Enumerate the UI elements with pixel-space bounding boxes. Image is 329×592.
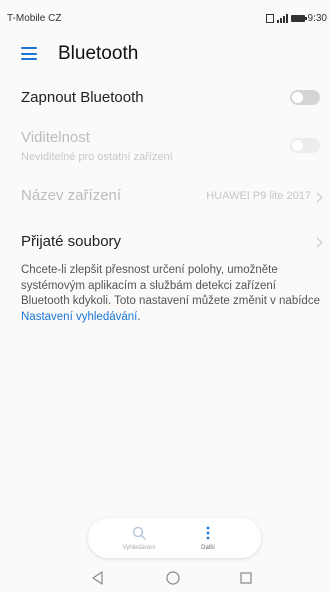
device-name-row: Název zařízení HUAWEI P9 lite 2017	[0, 178, 329, 214]
home-circle-icon[interactable]	[165, 570, 181, 586]
back-triangle-icon[interactable]	[90, 570, 106, 586]
visibility-row: Viditelnost Neviditelné pro ostatní zaří…	[0, 120, 329, 168]
visibility-sublabel: Neviditelné pro ostatní zařízení	[21, 151, 173, 163]
hamburger-menu-icon[interactable]	[21, 47, 37, 60]
info-text-suffix: .	[137, 310, 141, 323]
search-tab-label: Vyhledávání	[122, 545, 156, 551]
visibility-switch	[290, 138, 320, 153]
device-name-label: Název zařízení	[21, 187, 122, 204]
more-vertical-icon	[206, 526, 210, 540]
battery-icon	[290, 15, 307, 22]
sim-icon	[265, 14, 274, 23]
signal-icon	[276, 14, 288, 23]
status-icons: 9:30	[265, 13, 327, 24]
page-title: Bluetooth	[58, 43, 139, 64]
more-tab[interactable]: Další	[173, 518, 243, 558]
device-name-value: HUAWEI P9 lite 2017	[206, 190, 311, 202]
search-icon	[132, 526, 146, 540]
info-text-body: Chcete-li zlepšit přesnost určení polohy…	[21, 264, 320, 307]
more-tab-label: Další	[201, 545, 215, 551]
visibility-label: Viditelnost	[21, 129, 90, 146]
status-bar: T-Mobile CZ 9:30	[0, 0, 329, 32]
info-text: Chcete-li zlepšit přesnost určení polohy…	[21, 263, 326, 325]
search-tab[interactable]: Vyhledávání	[104, 518, 174, 558]
clock: 9:30	[307, 13, 327, 24]
bluetooth-toggle-label: Zapnout Bluetooth	[21, 89, 144, 106]
received-files-label: Přijaté soubory	[21, 233, 122, 250]
recents-square-icon[interactable]	[238, 570, 254, 586]
app-bar: Bluetooth	[0, 32, 329, 76]
bluetooth-switch[interactable]	[290, 90, 320, 105]
search-settings-link[interactable]: Nastavení vyhledávání	[21, 311, 137, 323]
chevron-right-icon	[312, 237, 323, 248]
chevron-right-icon	[312, 192, 323, 203]
system-nav-bar	[0, 565, 329, 592]
bluetooth-toggle-row[interactable]: Zapnout Bluetooth	[0, 80, 329, 116]
received-files-row[interactable]: Přijaté soubory	[0, 224, 329, 260]
bottom-tab-bar: Vyhledávání Další	[88, 518, 261, 558]
carrier-name: T-Mobile CZ	[7, 13, 62, 24]
